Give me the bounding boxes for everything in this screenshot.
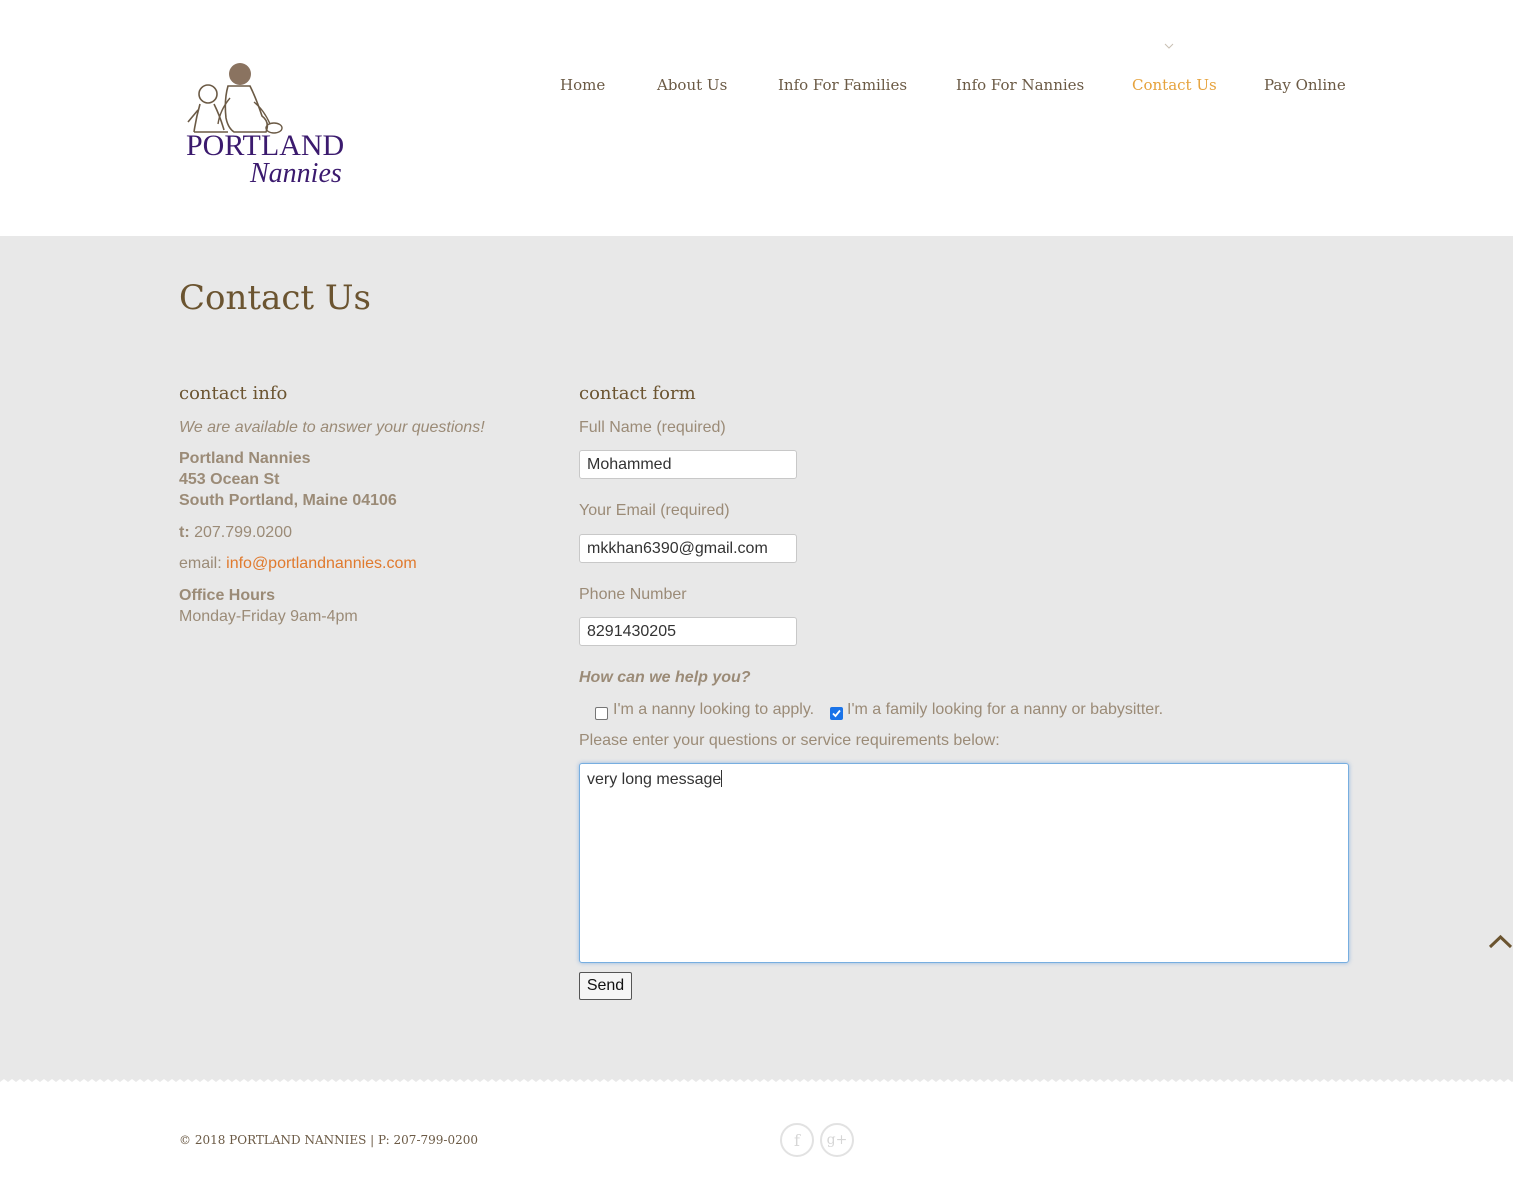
- nanny-apply-label[interactable]: I'm a nanny looking to apply.: [613, 701, 814, 719]
- google-plus-icon[interactable]: g+: [820, 1123, 854, 1157]
- family-looking-label[interactable]: I'm a family looking for a nanny or baby…: [847, 701, 1163, 719]
- full-name-label: Full Name (required): [579, 419, 726, 436]
- message-textarea[interactable]: very long message: [579, 763, 1349, 963]
- site-header: PORTLAND Nannies Home About Us Info For …: [0, 0, 1513, 236]
- nav-item-pay-online[interactable]: Pay Online: [1264, 76, 1346, 94]
- email-field-label: Your Email (required): [579, 502, 730, 519]
- phone-field-label: Phone Number: [579, 586, 687, 603]
- chevron-down-icon: [1164, 43, 1174, 49]
- checkmark-icon: [832, 709, 841, 718]
- send-button[interactable]: Send: [579, 972, 632, 1000]
- message-label: Please enter your questions or service r…: [579, 732, 1000, 749]
- text-cursor: [721, 770, 723, 787]
- nav-item-home[interactable]: Home: [560, 76, 605, 94]
- email-line: email: info@portlandnannies.com: [179, 555, 417, 573]
- logo-wordmark-nannies: Nannies: [249, 158, 342, 189]
- nav-item-info-for-nannies[interactable]: Info For Nannies: [956, 76, 1084, 94]
- office-hours-heading: Office Hours: [179, 587, 276, 604]
- page-title: Contact Us: [179, 278, 371, 318]
- phone-label: t:: [179, 524, 190, 541]
- full-name-input[interactable]: [579, 450, 797, 479]
- contact-info-heading: contact info: [179, 383, 288, 404]
- nav-item-about-us[interactable]: About Us: [657, 76, 727, 94]
- facebook-icon[interactable]: f: [780, 1123, 814, 1157]
- city-address: South Portland, Maine 04106: [179, 492, 397, 509]
- message-text: very long message: [587, 771, 722, 788]
- nanny-child-illustration: PORTLAND Nannies: [186, 63, 344, 189]
- email-link[interactable]: info@portlandnannies.com: [226, 555, 417, 572]
- contact-form-heading: contact form: [579, 383, 696, 404]
- office-hours: Monday-Friday 9am-4pm: [179, 608, 358, 625]
- help-question: How can we help you?: [579, 669, 751, 686]
- zigzag-divider: [0, 233, 1513, 239]
- street-address: 453 Ocean St: [179, 471, 280, 488]
- phone-input[interactable]: [579, 617, 797, 646]
- email-input[interactable]: [579, 534, 797, 563]
- nav-item-info-for-families[interactable]: Info For Families: [778, 76, 907, 94]
- copyright-text: © 2018 PORTLAND NANNIES | P: 207-799-020…: [179, 1133, 478, 1147]
- site-logo[interactable]: PORTLAND Nannies: [184, 58, 354, 196]
- company-name: Portland Nannies: [179, 450, 311, 467]
- nanny-apply-checkbox[interactable]: [595, 707, 608, 720]
- email-label: email:: [179, 555, 222, 572]
- phone-line: t: 207.799.0200: [179, 524, 292, 542]
- contact-tagline: We are available to answer your question…: [179, 419, 485, 436]
- phone-number: 207.799.0200: [194, 524, 292, 541]
- scroll-to-top-icon[interactable]: [1488, 933, 1513, 951]
- nav-item-contact-us[interactable]: Contact Us: [1132, 76, 1217, 94]
- family-looking-checkbox[interactable]: [830, 707, 843, 720]
